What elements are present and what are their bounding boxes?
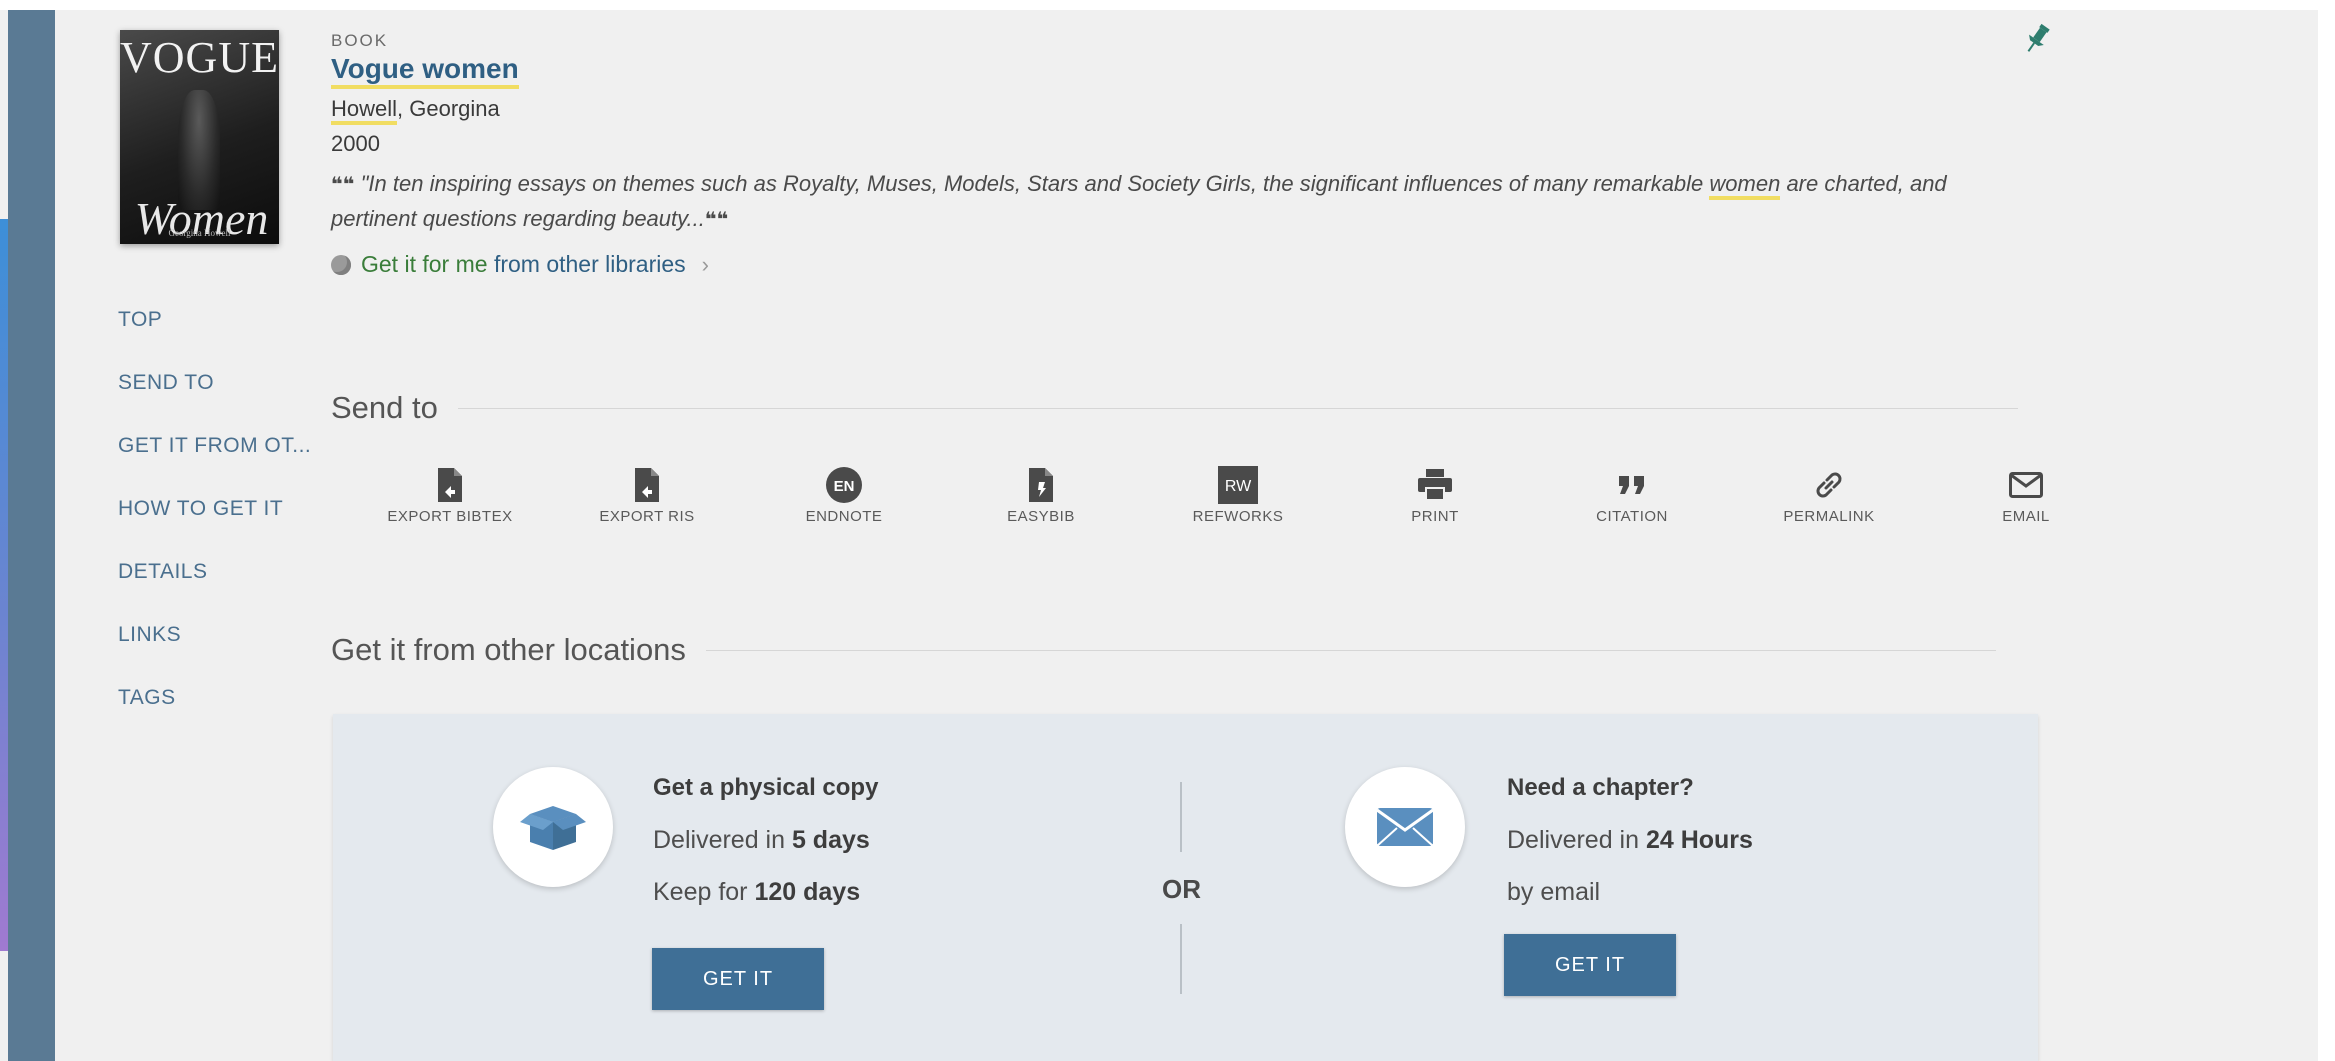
file-export-icon [430, 466, 470, 504]
email-button[interactable]: EMAIL [1946, 466, 2106, 525]
chevron-right-icon: › [701, 251, 709, 277]
box-icon [520, 806, 586, 850]
record-author[interactable]: Howell, Georgina [331, 96, 500, 125]
delivery-options-card: Get a physical copy Delivered in 5 days … [333, 714, 2038, 1061]
envelope-icon-circle [1345, 767, 1465, 887]
snippet-highlight: women [1709, 171, 1781, 200]
physical-copy-title: Get a physical copy [653, 774, 879, 801]
link-icon [1809, 466, 1849, 504]
action-label: PRINT [1411, 508, 1459, 525]
quote-icon [1612, 466, 1652, 504]
get-chapter-button[interactable]: GET IT [1504, 934, 1676, 996]
action-label: REFWORKS [1192, 508, 1284, 525]
send-to-actions: EXPORT BIBTEX EXPORT RIS EN ENDNOTE EASY… [370, 466, 2049, 536]
author-surname: Howell [331, 96, 398, 125]
endnote-badge-text: EN [834, 478, 855, 495]
window-top-strip [0, 0, 2335, 10]
section-divider [457, 407, 2018, 409]
envelope-icon [1376, 808, 1434, 847]
permalink-button[interactable]: PERMALINK [1749, 466, 1909, 525]
send-to-heading: Send to [331, 390, 438, 425]
action-label: EMAIL [2002, 508, 2050, 525]
pin-icon[interactable] [2022, 22, 2052, 56]
open-quote-icon: ❝❝ [331, 174, 355, 196]
easybib-button[interactable]: EASYBIB [961, 466, 1121, 525]
citation-button[interactable]: CITATION [1552, 466, 1712, 525]
record-year: 2000 [331, 131, 380, 156]
chapter-title: Need a chapter? [1507, 774, 1694, 801]
or-divider-top [1180, 782, 1182, 852]
get-it-from-other-libraries-link[interactable]: Get it for me from other libraries › [331, 251, 709, 278]
chapter-delivery-time: Delivered in 24 Hours [1507, 826, 1753, 855]
physical-delivered-prefix: Delivered in [653, 826, 792, 854]
endnote-button[interactable]: EN ENDNOTE [764, 466, 924, 525]
physical-delivered-value: 5 days [791, 826, 870, 854]
get-it-section-header: Get it from other locations [331, 632, 1996, 668]
print-button[interactable]: PRINT [1355, 466, 1515, 525]
export-ris-button[interactable]: EXPORT RIS [567, 466, 727, 525]
action-label: EXPORT RIS [599, 508, 695, 525]
side-nav-send-to[interactable]: SEND TO [118, 371, 214, 395]
side-nav-tags[interactable]: TAGS [118, 686, 176, 710]
from-other-libraries-text: from other libraries [493, 251, 686, 277]
side-nav-how-to-get-it[interactable]: HOW TO GET IT [118, 497, 283, 521]
left-sidebar-strip [8, 10, 55, 1061]
action-label: PERMALINK [1783, 508, 1875, 525]
export-bibtex-button[interactable]: EXPORT BIBTEX [370, 466, 530, 525]
record-snippet: ❝❝ "In ten inspiring essays on themes su… [331, 167, 2011, 237]
record-type: BOOK [331, 31, 389, 50]
book-cover-image[interactable]: VOGUE Women Georgina Howell [120, 30, 279, 244]
refworks-button[interactable]: RW REFWORKS [1158, 466, 1318, 525]
side-nav-top[interactable]: TOP [118, 308, 162, 332]
globe-icon [331, 254, 351, 275]
physical-keep-value: 120 days [754, 878, 861, 906]
or-divider-bottom [1180, 924, 1182, 994]
physical-loan-period: Keep for 120 days [653, 878, 860, 907]
print-icon [1415, 466, 1455, 504]
snippet-text-start: "In ten inspiring essays on themes such … [360, 171, 1710, 196]
physical-keep-prefix: Keep for [653, 878, 755, 906]
side-nav-links[interactable]: LINKS [118, 623, 181, 647]
record-title[interactable]: Vogue women [331, 53, 519, 89]
refworks-icon: RW [1218, 466, 1258, 504]
close-quote-icon: ❝❝ [704, 209, 729, 231]
chapter-delivered-value: 24 Hours [1645, 826, 1753, 854]
physical-delivery-time: Delivered in 5 days [653, 826, 870, 855]
box-icon-circle [493, 767, 613, 887]
side-nav-get-it-from-other[interactable]: GET IT FROM OT... [118, 434, 311, 458]
envelope-icon [2006, 466, 2046, 504]
cover-title: VOGUE [120, 33, 279, 82]
left-accent-bar [0, 219, 8, 951]
right-edge [2318, 10, 2335, 1061]
chapter-by-email: by email [1507, 878, 1601, 906]
side-nav-details[interactable]: DETAILS [118, 560, 207, 584]
refworks-badge-text: RW [1225, 478, 1252, 495]
action-label: EASYBIB [1007, 508, 1075, 525]
get-it-heading: Get it from other locations [331, 632, 686, 667]
action-label: CITATION [1596, 508, 1668, 525]
easybib-icon [1021, 466, 1061, 504]
author-given: , Georgina [397, 96, 500, 121]
section-divider [705, 649, 1996, 651]
file-export-icon [627, 466, 667, 504]
endnote-icon: EN [824, 466, 864, 504]
chapter-delivered-prefix: Delivered in [1507, 826, 1646, 854]
action-label: ENDNOTE [805, 508, 883, 525]
action-label: EXPORT BIBTEX [387, 508, 513, 525]
or-label: OR [1162, 874, 1201, 904]
get-physical-copy-button[interactable]: GET IT [652, 948, 824, 1010]
cover-author: Georgina Howell [168, 228, 231, 238]
get-it-for-me-text: Get it for me [361, 251, 488, 277]
send-to-section-header: Send to [331, 390, 2018, 426]
